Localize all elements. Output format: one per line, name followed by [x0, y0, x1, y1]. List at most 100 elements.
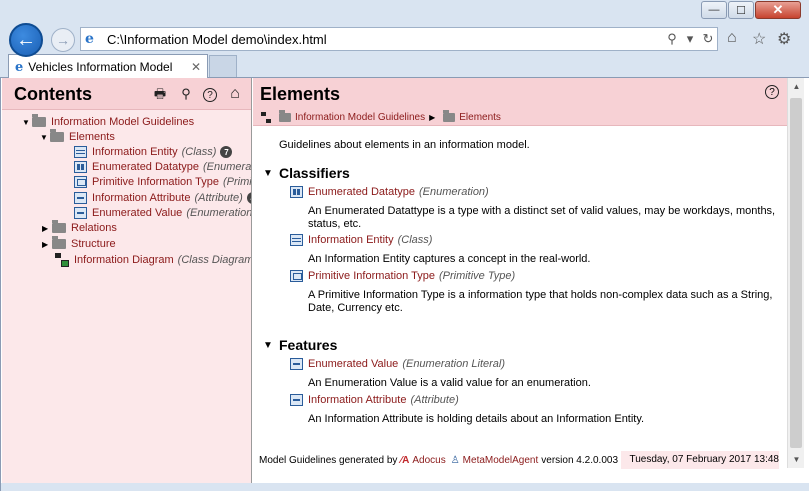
- expanded-triangle-icon[interactable]: ▼: [22, 118, 32, 127]
- attribute-icon: [290, 394, 303, 406]
- tree-item-primitive-information-type[interactable]: Primitive Information Type (Primitive Ty…: [74, 174, 252, 190]
- expanded-triangle-icon[interactable]: ▼: [263, 168, 279, 179]
- search-icon[interactable]: ⚲: [663, 31, 681, 47]
- version-text: version 4.2.0.003: [541, 454, 618, 466]
- folder-icon: [50, 129, 64, 142]
- new-tab-button[interactable]: [209, 55, 237, 77]
- element-link[interactable]: Enumerated Datatype: [308, 186, 415, 198]
- element-item-information-entity[interactable]: Information Entity (Class): [290, 234, 432, 246]
- section-heading: Classifiers: [279, 165, 350, 181]
- navigation-bar: ← → e C:\Information Model demo\index.ht…: [0, 22, 809, 57]
- tree-item-label[interactable]: Enumerated Datatype: [92, 161, 199, 173]
- tree-item-information-attribute[interactable]: Information Attribute (Attribute) 4: [74, 190, 251, 206]
- tree-item-enumerated-value[interactable]: Enumerated Value (Enumeration Literal): [74, 205, 251, 221]
- tree-item-enumerated-datatype[interactable]: Enumerated Datatype (Enumeration): [74, 159, 251, 175]
- breadcrumb-item[interactable]: Elements: [459, 112, 501, 123]
- tools-gear-icon[interactable]: ⚙: [777, 29, 791, 49]
- address-dropdown-icon[interactable]: ▾: [681, 31, 699, 47]
- element-link[interactable]: Information Entity: [308, 234, 394, 246]
- tree-item-label[interactable]: Structure: [71, 238, 116, 250]
- collapsed-triangle-icon[interactable]: ▶: [42, 240, 52, 249]
- element-description: A Primitive Information Type is a inform…: [308, 289, 773, 314]
- contents-header: Contents 🖶 ⚲ ? ⌂: [2, 78, 251, 110]
- element-item-enumerated-value[interactable]: Enumerated Value (Enumeration Literal): [290, 358, 505, 370]
- vendor-link[interactable]: Adocus: [412, 455, 445, 466]
- home-icon[interactable]: ⌂: [227, 86, 243, 102]
- folder-icon: [52, 220, 66, 233]
- element-link[interactable]: Primitive Information Type: [308, 270, 435, 282]
- product-link[interactable]: MetaModelAgent: [463, 455, 539, 466]
- minimize-button[interactable]: —: [701, 1, 727, 19]
- refresh-icon[interactable]: ↻: [699, 31, 717, 47]
- element-link[interactable]: Information Attribute: [308, 394, 406, 406]
- element-meta: (Attribute): [410, 394, 459, 406]
- section-heading: Features: [279, 337, 338, 353]
- section-classifiers[interactable]: ▼ Classifiers: [263, 165, 350, 181]
- address-bar[interactable]: e C:\Information Model demo\index.html ⚲…: [80, 27, 718, 51]
- tree-item-elements[interactable]: ▼ Elements: [40, 129, 115, 145]
- home-icon[interactable]: ⌂: [727, 29, 737, 47]
- close-window-button[interactable]: ✕: [755, 1, 801, 19]
- tab-bar: e Vehicles Information Model ✕: [0, 54, 809, 79]
- tree-item-relations[interactable]: ▶ Relations: [42, 220, 117, 236]
- element-meta: (Enumeration): [419, 186, 489, 198]
- expanded-triangle-icon[interactable]: ▼: [40, 133, 50, 142]
- tree-item-label[interactable]: Information Attribute: [92, 192, 190, 204]
- element-description: An Information Entity captures a concept…: [308, 253, 591, 265]
- ie-tab-icon: e: [15, 59, 24, 75]
- tree-item-information-model-guidelines[interactable]: ▼ Information Model Guidelines: [22, 114, 194, 130]
- tree-item-label[interactable]: Information Diagram: [74, 254, 174, 266]
- folder-icon: [32, 114, 46, 127]
- tree-item-label[interactable]: Information Model Guidelines: [51, 116, 194, 128]
- search-icon[interactable]: ⚲: [178, 86, 194, 102]
- folder-icon: [443, 110, 456, 122]
- scroll-down-icon[interactable]: ▼: [788, 451, 805, 468]
- tree-item-meta: (Class): [181, 146, 217, 158]
- ie-page-icon: e: [85, 31, 94, 47]
- tree-item-label[interactable]: Elements: [69, 131, 115, 143]
- scroll-up-icon[interactable]: ▲: [788, 78, 805, 95]
- address-text[interactable]: C:\Information Model demo\index.html: [107, 32, 663, 47]
- tree-item-structure[interactable]: ▶ Structure: [42, 236, 116, 252]
- element-item-enumerated-datatype[interactable]: Enumerated Datatype (Enumeration): [290, 186, 489, 198]
- element-item-primitive-information-type[interactable]: Primitive Information Type (Primitive Ty…: [290, 270, 515, 282]
- help-icon[interactable]: ?: [765, 85, 779, 99]
- tree-item-meta: (Attribute): [194, 192, 243, 204]
- tree-item-meta: (Primitive Type): [222, 176, 252, 188]
- print-icon[interactable]: 🖶: [152, 86, 168, 102]
- diagram-icon: [55, 253, 69, 267]
- element-item-information-attribute[interactable]: Information Attribute (Attribute): [290, 394, 459, 406]
- metamodelagent-logo-icon: ♙: [450, 454, 460, 466]
- breadcrumb-item[interactable]: Information Model Guidelines: [295, 112, 425, 123]
- element-meta: (Primitive Type): [438, 270, 516, 282]
- enumeration-icon: [74, 161, 87, 173]
- class-icon: [290, 234, 303, 246]
- tree-item-label[interactable]: Enumerated Value: [92, 207, 182, 219]
- enumeration-icon: [290, 186, 303, 198]
- expanded-triangle-icon[interactable]: ▼: [263, 340, 279, 351]
- generated-by: Model Guidelines generated by ⁄A Adocus …: [259, 455, 618, 466]
- section-features[interactable]: ▼ Features: [263, 337, 337, 353]
- tree-item-label[interactable]: Relations: [71, 222, 117, 234]
- favorites-star-icon[interactable]: ☆: [752, 29, 766, 49]
- tab-vehicles-information-model[interactable]: e Vehicles Information Model ✕: [8, 54, 208, 79]
- footer: Model Guidelines generated by ⁄A Adocus …: [253, 451, 787, 469]
- back-button[interactable]: ←: [9, 23, 43, 57]
- tree-item-information-entity[interactable]: Information Entity (Class) 7: [74, 144, 233, 160]
- attribute-icon: [74, 192, 87, 204]
- vertical-scrollbar[interactable]: ▲ ▼: [787, 78, 804, 468]
- tree-item-label[interactable]: Primitive Information Type: [92, 176, 219, 188]
- collapsed-triangle-icon[interactable]: ▶: [42, 224, 52, 233]
- folder-icon: [52, 236, 66, 249]
- maximize-button[interactable]: ☐: [728, 1, 754, 19]
- scroll-thumb[interactable]: [790, 98, 802, 448]
- tree-item-label[interactable]: Information Entity: [92, 146, 178, 158]
- status-strip: [1, 483, 809, 491]
- tree-item-information-diagram[interactable]: Information Diagram (Class Diagram): [55, 252, 251, 268]
- tab-close-icon[interactable]: ✕: [191, 60, 201, 74]
- hierarchy-icon[interactable]: [261, 111, 275, 124]
- forward-button[interactable]: →: [51, 28, 75, 52]
- intro-text: Guidelines about elements in an informat…: [279, 139, 530, 151]
- element-link[interactable]: Enumerated Value: [308, 358, 398, 370]
- help-icon[interactable]: ?: [203, 88, 217, 102]
